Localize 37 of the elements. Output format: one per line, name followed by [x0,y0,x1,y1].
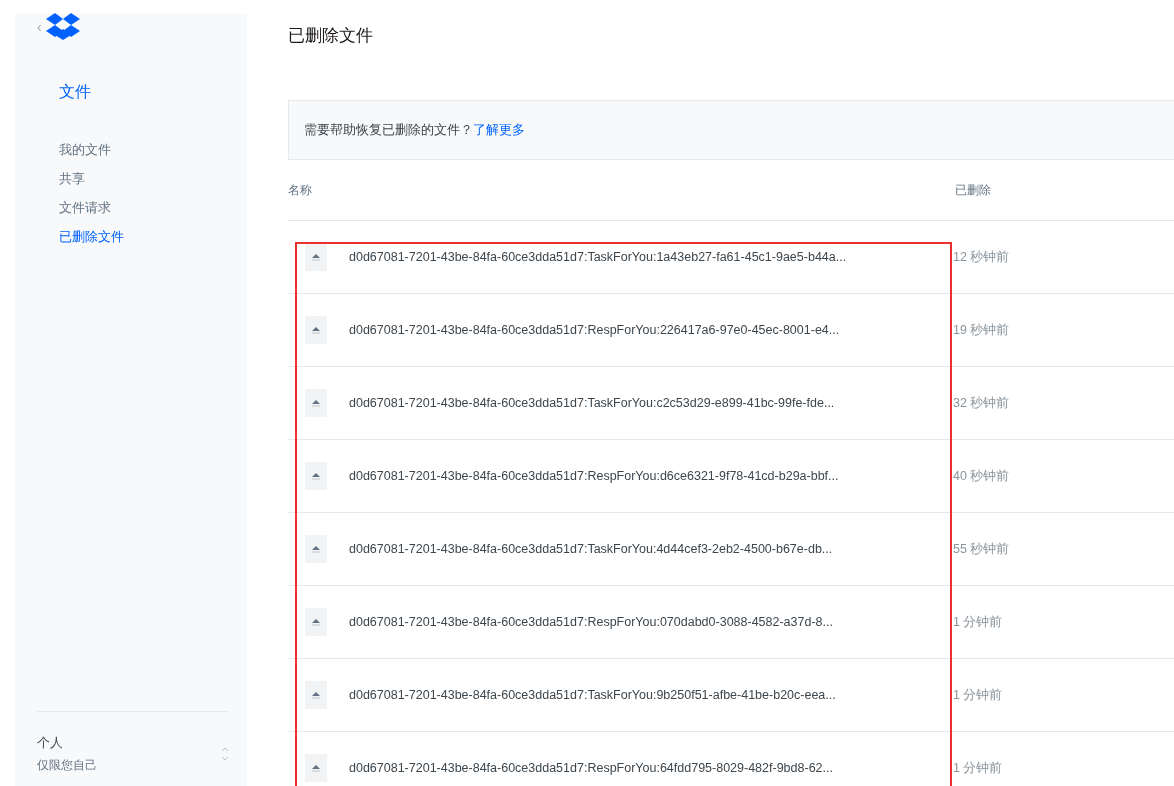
file-name[interactable]: d0d67081-7201-43be-84fa-60ce3dda51d7:TaskForYou:9b250f51-afbe-41be-b20c-eea... [349,688,953,702]
deleted-time: 1 分钟前 [953,759,1003,777]
file-name[interactable]: d0d67081-7201-43be-84fa-60ce3dda51d7:RespForYou:226417a6-97e0-45ec-8001-e4... [349,323,953,337]
file-icon [305,754,327,782]
sidebar-item[interactable]: 文件请求 [59,199,229,217]
file-icon [305,608,327,636]
deleted-time: 19 秒钟前 [953,321,1010,339]
column-header[interactable]: 已删除 [955,181,991,199]
deleted-time: 55 秒钟前 [953,540,1010,558]
file-name[interactable]: d0d67081-7201-43be-84fa-60ce3dda51d7:RespForYou:64fdd795-8029-482f-9bd8-62... [349,761,953,775]
deleted-time: 12 秒钟前 [953,248,1010,266]
deleted-time: 32 秒钟前 [953,394,1010,412]
file-icon [305,535,327,563]
account-subtitle: 仅限您自己 [37,757,98,774]
sidebar-item[interactable]: 共享 [59,170,229,188]
banner-text: 需要帮助恢复已删除的文件？ [304,121,473,139]
file-name[interactable]: d0d67081-7201-43be-84fa-60ce3dda51d7:TaskForYou:c2c53d29-e899-41bc-99fe-fde... [349,396,953,410]
file-icon [305,243,327,271]
learn-more-link[interactable]: 了解更多 [473,121,525,139]
sidebar-item[interactable]: 我的文件 [59,141,229,159]
deleted-time: 1 分钟前 [953,686,1003,704]
deleted-time: 1 分钟前 [953,613,1003,631]
sidebar-item[interactable]: 已删除文件 [59,228,229,246]
file-name[interactable]: d0d67081-7201-43be-84fa-60ce3dda51d7:RespForYou:d6ce6321-9f78-41cd-b29a-bbf... [349,469,953,483]
logo-icon[interactable] [45,13,80,41]
file-name[interactable]: d0d67081-7201-43be-84fa-60ce3dda51d7:TaskForYou:4d44cef3-2eb2-4500-b67e-db... [349,542,953,556]
file-name[interactable]: d0d67081-7201-43be-84fa-60ce3dda51d7:RespForYou:070dabd0-3088-4582-a37d-8... [349,615,953,629]
file-icon [305,316,327,344]
file-icon [305,389,327,417]
file-name[interactable]: d0d67081-7201-43be-84fa-60ce3dda51d7:TaskForYou:1a43eb27-fa61-45c1-9ae5-b44a... [349,250,953,264]
deleted-time: 40 秒钟前 [953,467,1010,485]
page-title: 已删除文件 [288,25,374,47]
file-icon [305,681,327,709]
section-title[interactable]: 文件 [59,82,229,103]
file-icon [305,462,327,490]
column-header[interactable]: 名称 [288,181,955,199]
account-name: 个人 [37,734,64,752]
